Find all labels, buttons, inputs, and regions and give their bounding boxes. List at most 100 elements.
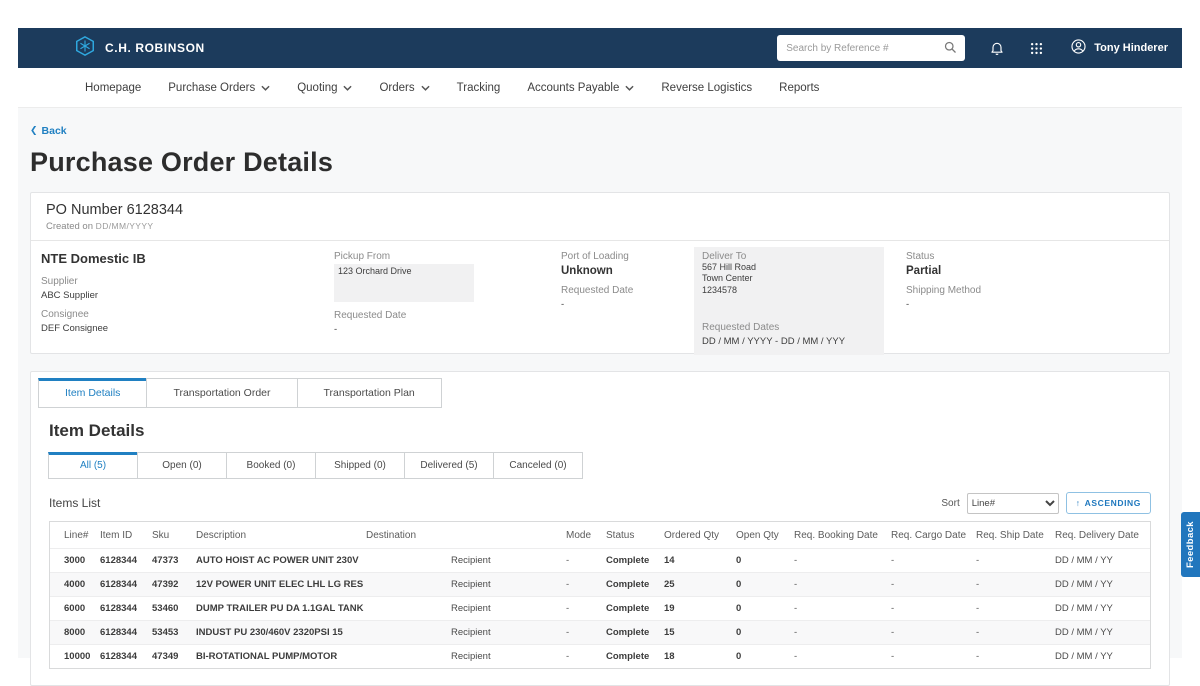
cell-status: Complete xyxy=(606,651,664,662)
created-value: DD/MM/YYYY xyxy=(96,221,154,231)
nav-item-label: Purchase Orders xyxy=(168,82,255,94)
cell-open-qty: 0 xyxy=(736,651,794,662)
details-tabs-card: Item DetailsTransportation OrderTranspor… xyxy=(30,371,1170,686)
deliver-to-line2: Town Center xyxy=(702,273,876,284)
search-icon[interactable] xyxy=(943,40,958,60)
cell-req-cargo-date: - xyxy=(891,579,976,590)
port-of-loading-label: Port of Loading xyxy=(561,251,696,262)
chevron-down-icon xyxy=(625,82,634,94)
cell-status: Complete xyxy=(606,555,664,566)
table-row[interactable]: 3000612834447373AUTO HOIST AC POWER UNIT… xyxy=(50,548,1150,572)
sort-select[interactable]: Line# xyxy=(967,493,1059,514)
cell-status: Complete xyxy=(606,579,664,590)
column-header-req-booking-date: Req. Booking Date xyxy=(794,530,891,541)
tab-transportation-plan[interactable]: Transportation Plan xyxy=(297,378,442,408)
cell-item-id: 6128344 xyxy=(100,627,152,638)
cell-req-delivery-date: DD / MM / YY xyxy=(1055,603,1150,614)
cell-req-delivery-date: DD / MM / YY xyxy=(1055,627,1150,638)
cell-item-id: 6128344 xyxy=(100,603,152,614)
subtab-all-5[interactable]: All (5) xyxy=(48,452,138,479)
sort-direction-button[interactable]: ↑ ASCENDING xyxy=(1066,492,1151,514)
subtab-open-0[interactable]: Open (0) xyxy=(137,452,227,479)
nav-item-label: Tracking xyxy=(457,82,501,94)
pickup-requested-date-value: - xyxy=(334,324,549,335)
cell-item-id: 6128344 xyxy=(100,651,152,662)
subtab-canceled-0[interactable]: Canceled (0) xyxy=(493,452,583,479)
main-nav: Homepage Purchase Orders Quoting Orders Trac… xyxy=(18,68,1182,108)
cell-req-booking-date: - xyxy=(794,603,891,614)
cell-req-booking-date: - xyxy=(794,627,891,638)
cell-ordered-qty: 14 xyxy=(664,555,736,566)
subtab-booked-0[interactable]: Booked (0) xyxy=(226,452,316,479)
table-row[interactable]: 400061283444739212V POWER UNIT ELEC LHL … xyxy=(50,572,1150,596)
brand-logo[interactable]: C.H. ROBINSON xyxy=(74,35,205,62)
cell-sku: 53460 xyxy=(152,603,196,614)
cell-open-qty: 0 xyxy=(736,627,794,638)
nav-item-quoting[interactable]: Quoting xyxy=(297,82,352,94)
nav-item-tracking[interactable]: Tracking xyxy=(457,82,501,94)
cell-status: Complete xyxy=(606,627,664,638)
nav-item-homepage[interactable]: Homepage xyxy=(85,82,141,94)
port-requested-date-label: Requested Date xyxy=(561,285,696,296)
app-grid-icon[interactable] xyxy=(1029,41,1044,56)
table-row[interactable]: 6000612834453460DUMP TRAILER PU DA 1.1GA… xyxy=(50,596,1150,620)
chevron-down-icon xyxy=(421,82,430,94)
requested-dates-label: Requested Dates xyxy=(702,322,876,333)
nav-item-orders[interactable]: Orders xyxy=(379,82,429,94)
table-row[interactable]: 8000612834453453INDUST PU 230/460V 2320P… xyxy=(50,620,1150,644)
page-content: ❮ Back Purchase Order Details PO Number … xyxy=(18,108,1182,658)
order-type: NTE Domestic IB xyxy=(41,251,321,266)
cell-destination: Recipient xyxy=(366,579,566,590)
sort-label: Sort xyxy=(941,498,959,509)
cell-req-booking-date: - xyxy=(794,651,891,662)
nav-item-reverse-logistics[interactable]: Reverse Logistics xyxy=(661,82,752,94)
nav-item-label: Reports xyxy=(779,82,819,94)
column-header-req-ship-date: Req. Ship Date xyxy=(976,530,1055,541)
status-label: Status xyxy=(906,251,1106,262)
table-row[interactable]: 10000612834447349BI-ROTATIONAL PUMP/MOTO… xyxy=(50,644,1150,668)
cell-description: 12V POWER UNIT ELEC LHL LG RES xyxy=(196,579,366,590)
nav-item-purchase-orders[interactable]: Purchase Orders xyxy=(168,82,270,94)
items-table: Line#Item IDSkuDescriptionDestinationMod… xyxy=(49,521,1151,669)
po-created: Created on DD/MM/YYYY xyxy=(46,221,1154,232)
tab-bar: Item DetailsTransportation OrderTranspor… xyxy=(31,372,1169,408)
cell-line: 10000 xyxy=(50,651,100,662)
app-window: C.H. ROBINSON xyxy=(18,28,1182,658)
pickup-from-label: Pickup From xyxy=(334,251,549,262)
cell-mode: - xyxy=(566,651,606,662)
column-header-line: Line# xyxy=(50,530,100,541)
tab-item-details[interactable]: Item Details xyxy=(38,378,147,408)
subtab-delivered-5[interactable]: Delivered (5) xyxy=(404,452,494,479)
items-table-header: Line#Item IDSkuDescriptionDestinationMod… xyxy=(50,522,1150,548)
back-label: Back xyxy=(42,125,67,137)
cell-req-cargo-date: - xyxy=(891,627,976,638)
po-details: NTE Domestic IB Supplier ABC Supplier Co… xyxy=(31,241,1169,353)
nav-item-accounts-payable[interactable]: Accounts Payable xyxy=(527,82,634,94)
cell-ordered-qty: 18 xyxy=(664,651,736,662)
po-col-port: Port of Loading Unknown Requested Date - xyxy=(561,251,696,310)
po-col-parties: NTE Domestic IB Supplier ABC Supplier Co… xyxy=(41,251,321,334)
back-link[interactable]: ❮ Back xyxy=(30,125,67,137)
cell-ordered-qty: 15 xyxy=(664,627,736,638)
reference-search xyxy=(777,35,965,61)
column-header-mode: Mode xyxy=(566,530,606,541)
cell-req-booking-date: - xyxy=(794,555,891,566)
consignee-value: DEF Consignee xyxy=(41,323,321,334)
user-menu[interactable]: Tony Hinderer xyxy=(1070,38,1168,58)
search-input[interactable] xyxy=(777,35,965,61)
cell-item-id: 6128344 xyxy=(100,555,152,566)
notifications-bell-icon[interactable] xyxy=(989,40,1005,56)
nav-item-reports[interactable]: Reports xyxy=(779,82,819,94)
tab-transportation-order[interactable]: Transportation Order xyxy=(146,378,297,408)
cell-req-cargo-date: - xyxy=(891,555,976,566)
cell-destination: Recipient xyxy=(366,651,566,662)
chr-hexagon-logo-icon xyxy=(74,35,96,62)
feedback-button[interactable]: Feedback xyxy=(1181,512,1200,577)
cell-req-delivery-date: DD / MM / YY xyxy=(1055,651,1150,662)
cell-sku: 47392 xyxy=(152,579,196,590)
user-name: Tony Hinderer xyxy=(1094,42,1168,54)
column-header-description: Description xyxy=(196,530,366,541)
column-header-req-delivery-date: Req. Delivery Date xyxy=(1055,530,1150,541)
deliver-to-label: Deliver To xyxy=(702,251,876,262)
subtab-shipped-0[interactable]: Shipped (0) xyxy=(315,452,405,479)
